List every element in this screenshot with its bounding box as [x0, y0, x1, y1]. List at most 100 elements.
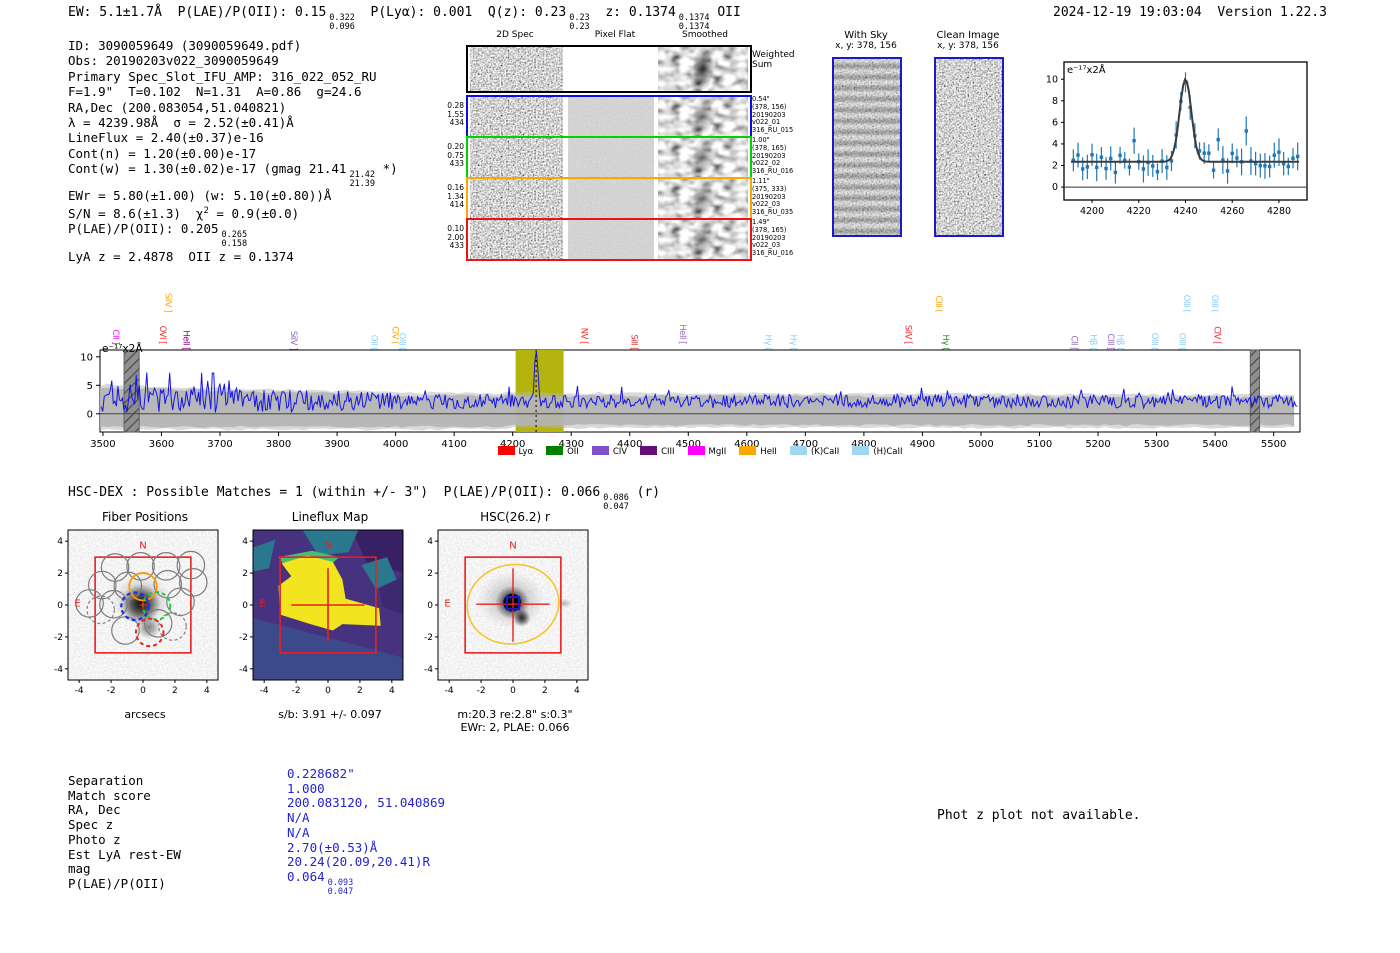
legend-swatch: [739, 446, 756, 455]
svg-text:10: 10: [80, 352, 93, 363]
hsc-dex-match-line: HSC-DEX : Possible Matches = 1 (within +…: [68, 485, 660, 511]
stacked-fraction: 0.0860.047: [603, 494, 629, 511]
spectral-line-annotations: CII ]OVI [SiIV ]HeII [SiIV ]OII (CIV (OI…: [0, 0, 1400, 360]
hsc-cutout-image: N E -4 -4 -2 -2 0 0 2 2 4 4: [420, 524, 610, 710]
legend-label: CIV: [613, 447, 627, 457]
legend-label: Lyα: [519, 447, 534, 457]
svg-text:2: 2: [542, 686, 548, 696]
line-annotation: OIII (: [1209, 295, 1219, 312]
svg-text:0: 0: [57, 601, 63, 611]
legend-item: Lyα: [498, 446, 534, 457]
svg-text:-2: -2: [477, 686, 486, 696]
hsc-cutout-panel: HSC(26.2) r NE-4-4-2-2002244 m:20.3 re:2…: [420, 510, 610, 734]
text-segment: HSC-DEX : Possible Matches = 1 (within +…: [68, 485, 600, 500]
svg-text:e⁻¹⁷x2Å: e⁻¹⁷x2Å: [102, 342, 143, 355]
match-row-label: Photo z: [68, 833, 181, 848]
svg-text:5: 5: [87, 381, 93, 392]
legend-item: (H)CaII: [852, 446, 902, 457]
svg-text:E: E: [259, 599, 265, 610]
elixer-report-page: EW: 5.1±1.7Å P(LAE)/P(OII): 0.150.3220.0…: [0, 0, 1400, 953]
match-row-value: 2.70(±0.53)Å: [287, 841, 445, 856]
svg-text:4: 4: [427, 537, 433, 547]
svg-text:-4: -4: [75, 686, 84, 696]
svg-text:-4: -4: [260, 686, 269, 696]
match-row-value: 1.000: [287, 782, 445, 797]
legend-swatch: [498, 446, 515, 455]
svg-text:E: E: [444, 599, 450, 610]
legend-label: HeII: [760, 447, 777, 457]
match-row-value: N/A: [287, 811, 445, 826]
svg-text:N: N: [324, 540, 331, 551]
match-row-label: Match score: [68, 789, 181, 804]
legend-swatch: [546, 446, 563, 455]
line-annotation: OIII (: [1181, 295, 1191, 312]
svg-text:0: 0: [510, 686, 516, 696]
legend-label: MgII: [709, 447, 727, 457]
match-row-value: 20.24(20.09,20.41)R: [287, 855, 445, 870]
hsc-ewr-plae-label: EWr: 2, PLAE: 0.066: [420, 721, 610, 734]
legend-item: CIII: [640, 446, 674, 457]
svg-text:0: 0: [140, 686, 146, 696]
svg-text:0: 0: [87, 409, 93, 420]
svg-text:0: 0: [242, 601, 248, 611]
fiber-positions-title: Fiber Positions: [50, 510, 240, 524]
spectrum-legend: Lyα OII CIV CIII MgII HeII (K)CaII (H)CaII: [100, 446, 1300, 457]
text-segment: (r): [629, 485, 660, 500]
svg-text:-2: -2: [424, 633, 433, 643]
legend-swatch: [640, 446, 657, 455]
svg-text:0: 0: [325, 686, 331, 696]
legend-swatch: [592, 446, 609, 455]
match-row-value: N/A: [287, 826, 445, 841]
match-row-label: Separation: [68, 774, 181, 789]
match-row-label: mag: [68, 862, 181, 877]
legend-item: HeII: [739, 446, 777, 457]
svg-text:4: 4: [389, 686, 395, 696]
svg-text:-2: -2: [54, 633, 63, 643]
legend-item: MgII: [688, 446, 727, 457]
svg-text:-4: -4: [424, 665, 433, 675]
svg-text:-2: -2: [292, 686, 301, 696]
legend-label: (K)CaII: [811, 447, 839, 457]
legend-label: OII: [567, 447, 579, 457]
svg-text:-2: -2: [239, 633, 248, 643]
legend-label: CIII: [661, 447, 674, 457]
fiber-positions-panel: Fiber Positions NE-4-4-2-2002244 arcsecs: [50, 510, 240, 721]
legend-label: (H)CaII: [873, 447, 902, 457]
svg-text:4: 4: [242, 537, 248, 547]
legend-swatch: [688, 446, 705, 455]
line-annotation: CIII (: [933, 296, 943, 312]
legend-item: (K)CaII: [790, 446, 839, 457]
svg-text:-4: -4: [54, 665, 63, 675]
legend-item: CIV: [592, 446, 627, 457]
photz-note: Phot z plot not available.: [937, 808, 1141, 823]
legend-item: OII: [546, 446, 579, 457]
svg-text:2: 2: [242, 569, 248, 579]
match-row-label: P(LAE)/P(OII): [68, 877, 181, 892]
fiber-positions-image: NE-4-4-2-2002244: [50, 524, 240, 710]
match-row-value: 200.083120, 51.040869: [287, 796, 445, 811]
legend-swatch: [852, 446, 869, 455]
svg-text:E: E: [74, 599, 80, 610]
line-annotation: SiIV ]: [162, 293, 172, 312]
hsc-cutout-title: HSC(26.2) r: [420, 510, 610, 524]
svg-text:4: 4: [574, 686, 580, 696]
svg-text:2: 2: [57, 569, 63, 579]
svg-text:2: 2: [357, 686, 363, 696]
svg-text:4: 4: [204, 686, 210, 696]
match-row-label: Spec z: [68, 818, 181, 833]
lineflux-map-panel: Lineflux Map NE-4-4-2-2002244 s/b: 3.91 …: [235, 510, 425, 721]
match-table-labels: SeparationMatch scoreRA, DecSpec zPhoto …: [68, 774, 181, 892]
svg-text:-2: -2: [107, 686, 116, 696]
svg-text:-4: -4: [239, 665, 248, 675]
lineflux-map-title: Lineflux Map: [235, 510, 425, 524]
match-row-label: Est LyA rest-EW: [68, 848, 181, 863]
svg-text:2: 2: [427, 569, 433, 579]
stacked-fraction: 0.0930.047: [328, 879, 354, 896]
svg-text:N: N: [509, 540, 516, 551]
lineflux-map-image: N E -4 -4 -2 -2 0 0 2 2 4 4: [235, 524, 425, 710]
match-row-value: 0.0640.0930.047: [287, 870, 445, 896]
svg-text:-4: -4: [445, 686, 454, 696]
svg-text:2: 2: [172, 686, 178, 696]
match-row-value: 0.228682": [287, 767, 445, 782]
svg-text:0: 0: [427, 601, 433, 611]
